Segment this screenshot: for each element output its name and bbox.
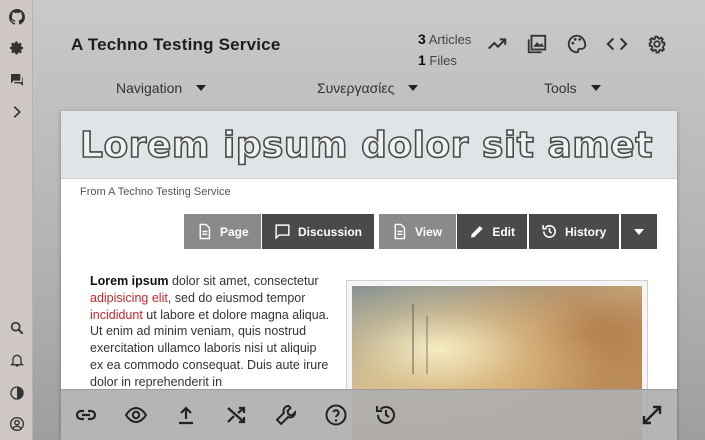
bottom-toolbar xyxy=(61,389,677,440)
chevron-right-icon[interactable] xyxy=(7,102,26,121)
page-title: Lorem ipsum dolor sit amet xyxy=(79,124,653,167)
files-stat[interactable]: 1 Files xyxy=(418,50,471,71)
tab-label: History xyxy=(565,224,607,239)
search-icon[interactable] xyxy=(7,318,26,337)
link-incididunt[interactable]: incididunt xyxy=(90,308,143,322)
site-stats: 3 Articles 1 Files xyxy=(418,29,471,71)
files-label: Files xyxy=(429,53,457,68)
account-icon[interactable] xyxy=(7,414,26,433)
tab-label: Edit xyxy=(492,224,515,239)
code-icon[interactable] xyxy=(605,32,629,56)
tab-discussion[interactable]: Discussion xyxy=(262,214,374,249)
history-icon[interactable] xyxy=(373,402,399,428)
github-icon[interactable] xyxy=(7,7,26,26)
expand-icon[interactable] xyxy=(639,402,665,428)
tab-page[interactable]: Page xyxy=(184,214,261,249)
trending-icon[interactable] xyxy=(485,32,509,56)
bell-icon[interactable] xyxy=(7,350,26,369)
document-icon xyxy=(394,223,406,240)
caret-down-icon xyxy=(196,85,207,91)
contrast-icon[interactable] xyxy=(7,383,26,402)
lead-text: , sed do eiusmod tempor xyxy=(167,290,306,305)
upload-icon[interactable] xyxy=(173,402,199,428)
ship-mast xyxy=(426,316,428,374)
tab-edit[interactable]: Edit xyxy=(457,214,527,249)
tab-label: Page xyxy=(220,224,249,239)
nav-menu-collaborations[interactable]: Συνεργασίες xyxy=(317,80,419,96)
articles-label: Articles xyxy=(428,32,472,47)
nav-menu-label: Tools xyxy=(544,80,577,96)
comment-icon xyxy=(275,224,290,240)
tab-label: Discussion xyxy=(297,224,362,239)
site-title[interactable]: A Techno Testing Service xyxy=(71,35,280,55)
image-gallery-icon[interactable] xyxy=(525,32,549,56)
nav-menu-label: Συνεργασίες xyxy=(317,80,395,96)
nav-menu-tools[interactable]: Tools xyxy=(544,80,601,96)
chat-icon[interactable] xyxy=(7,70,26,89)
nav-menu-navigation[interactable]: Navigation xyxy=(116,80,207,96)
sidebar-rail xyxy=(0,0,33,440)
article-source: From A Techno Testing Service xyxy=(80,186,231,198)
wrench-icon[interactable] xyxy=(273,402,299,428)
caret-down-icon xyxy=(634,228,644,235)
lead-bold: Lorem ipsum xyxy=(90,274,169,288)
article-lead-paragraph: Lorem ipsum dolor sit amet, consectetur … xyxy=(90,273,330,391)
document-icon xyxy=(199,223,211,240)
tab-history[interactable]: History xyxy=(529,214,619,249)
shuffle-icon[interactable] xyxy=(223,402,249,428)
link-icon[interactable] xyxy=(73,402,99,428)
help-icon[interactable] xyxy=(323,402,349,428)
nav-menu-label: Navigation xyxy=(116,80,183,96)
palette-icon[interactable] xyxy=(565,32,589,56)
history-icon xyxy=(542,225,556,238)
caret-down-icon xyxy=(590,85,601,91)
caret-down-icon xyxy=(408,85,419,91)
articles-stat[interactable]: 3 Articles xyxy=(418,29,471,50)
settings-cog-icon[interactable] xyxy=(7,38,26,57)
gear-icon[interactable] xyxy=(645,32,669,56)
link-adipisicing-elit[interactable]: adipisicing elit xyxy=(90,291,168,305)
more-actions-button[interactable] xyxy=(621,214,657,249)
files-count: 1 xyxy=(418,52,426,68)
eye-icon[interactable] xyxy=(123,402,149,428)
tab-label: View xyxy=(415,224,443,239)
lead-text: dolor sit amet, consectetur xyxy=(168,274,319,288)
pencil-icon xyxy=(471,226,483,238)
articles-count: 3 xyxy=(418,31,426,47)
ship-mast xyxy=(412,304,414,374)
article-header: Lorem ipsum dolor sit amet xyxy=(61,111,677,179)
tab-view[interactable]: View xyxy=(379,214,456,249)
